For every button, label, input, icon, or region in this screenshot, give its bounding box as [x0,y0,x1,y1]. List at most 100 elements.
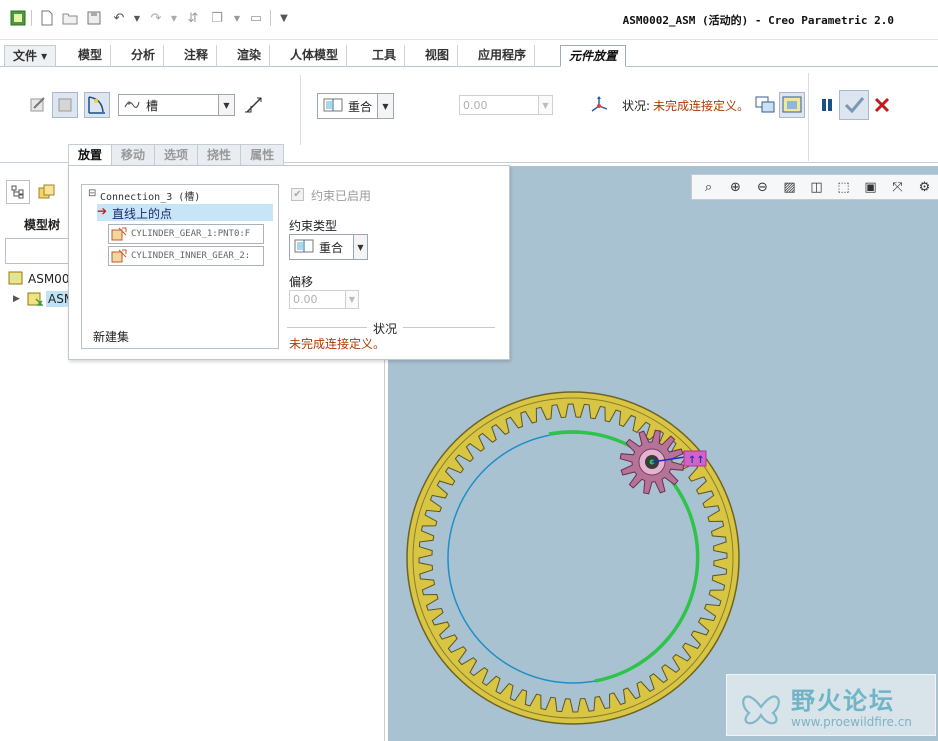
tab-view[interactable]: 视图 [417,45,459,67]
constraint-set-icon[interactable] [52,92,78,118]
connection-set-name[interactable]: Connection_3 (槽) [100,188,200,203]
tab-model[interactable]: 模型 [70,45,112,67]
chevron-down-icon: ▼ [538,96,552,114]
model-tree-filter-input[interactable] [5,238,69,264]
separate-window-icon[interactable] [752,92,778,118]
divider [270,10,271,26]
tab-render[interactable]: 渲染 [229,45,271,67]
offset-label: 偏移 [289,275,314,289]
tab-options[interactable]: 选项 [154,144,199,165]
connection-mechanism-icon[interactable] [84,92,110,118]
constraint-enabled-checkbox[interactable]: ✔ [291,188,304,201]
connection-type-value: 槽 [146,98,159,113]
constraint-type-select[interactable]: 重合 ▼ [317,93,394,119]
constraint-item-row[interactable]: ➔ 直线上的点 [97,204,273,221]
chevron-down-icon: ▼ [218,95,234,115]
ribbon-tab-bar: 文件 ▾ 模型 分析 注释 渲染 人体模型 工具 视图 应用程序 元件放置 [0,43,938,67]
pause-icon[interactable] [814,92,840,118]
constraint-type-dropdown-value: 重合 [319,240,344,255]
datum-axis-icon [111,249,127,266]
arrow-right-icon: ➔ [97,204,108,218]
reference-row[interactable]: CYLINDER_INNER_GEAR_2: [108,246,264,266]
chevron-down-icon: ▼ [345,291,358,308]
redo-icon[interactable]: ↷ [147,9,165,27]
redo-dropdown-icon[interactable]: ▼ [165,9,183,27]
constraint-sets-list: ⊟ Connection_3 (槽) ➔ 直线上的点 CYLINDER_GEAR… [81,184,279,349]
constraint-type-dropdown[interactable]: 重合 ▼ [289,234,368,260]
assembly-window-icon[interactable] [779,92,805,118]
windows-icon[interactable]: ❐ [208,9,226,27]
flip-direction-icon[interactable] [241,92,267,118]
model-tree-tab-icon[interactable] [6,180,30,204]
panel-tab-bar: 放置 移动 选项 挠性 属性 [68,144,285,166]
offset-field-value: 0.00 [293,293,318,306]
placement-panel: ⊟ Connection_3 (槽) ➔ 直线上的点 CYLINDER_GEAR… [68,165,510,360]
offset-input[interactable]: 0.00 ▼ [459,95,553,115]
tab-tools[interactable]: 工具 [364,45,406,67]
reference-label: CYLINDER_INNER_GEAR_2: [131,251,251,261]
constraint-enabled-label: 约束已启用 [311,189,372,203]
butterfly-logo-icon [735,683,787,732]
new-set-link[interactable]: 新建集 [93,328,129,345]
divider [300,75,301,145]
collapse-icon[interactable]: ⊟ [88,188,96,199]
user-defined-set-icon[interactable] [25,92,51,118]
tab-file[interactable]: 文件 ▾ [4,45,57,67]
tab-component-placement[interactable]: 元件放置 [560,45,627,67]
regenerate-icon[interactable]: ⇵ [184,9,202,27]
save-icon[interactable] [85,9,103,27]
customize-toolbar-icon[interactable]: ▼ [275,9,293,27]
constraint-type-value: 重合 [348,99,373,114]
tab-applications[interactable]: 应用程序 [470,45,536,67]
folder-browser-icon[interactable] [34,180,60,204]
close-window-icon[interactable]: ▭ [247,9,265,27]
reference-label: CYLINDER_GEAR_1:PNT0:F [131,229,251,239]
tab-analysis[interactable]: 分析 [123,45,165,67]
undo-icon[interactable]: ↶ [110,9,128,27]
chevron-down-icon: ▼ [377,94,393,118]
tab-properties[interactable]: 属性 [240,144,285,165]
cancel-button[interactable] [869,92,895,118]
constraint-type-label: 约束类型 [289,219,338,233]
expand-arrow-icon[interactable]: ▶ [13,294,20,304]
divider [31,10,32,26]
tab-placement[interactable]: 放置 [68,144,113,165]
tab-manikin[interactable]: 人体模型 [282,45,348,67]
close-icon [874,97,890,113]
offset-field[interactable]: 0.00 ▼ [289,290,359,309]
status-message: 未完成连接定义。 [653,99,750,113]
windows-dropdown-icon[interactable]: ▼ [228,9,246,27]
divider [403,327,495,328]
tab-flexibility[interactable]: 挠性 [197,144,242,165]
status-label: 状况: [622,99,651,113]
window-title: ASM0002_ASM (活动的) - Creo Parametric 2.0 [622,14,894,27]
datum-point-icon [111,227,127,244]
apply-button[interactable] [839,90,869,120]
chevron-down-icon: ▼ [353,235,367,259]
tab-annotate[interactable]: 注释 [176,45,218,67]
svg-text:↑↑: ↑↑ [688,455,705,466]
undo-dropdown-icon[interactable]: ▼ [128,9,146,27]
connection-type-select[interactable]: 槽 ▼ [118,94,235,116]
watermark-url: www.proewildfire.cn [791,715,912,729]
constraint-item-label: 直线上的点 [112,207,173,221]
status-text: 未完成连接定义。 [289,337,386,351]
divider [287,327,367,328]
reference-row[interactable]: CYLINDER_GEAR_1:PNT0:F [108,224,264,244]
divider [808,73,809,161]
slot-connection-icon [124,98,140,113]
open-folder-icon[interactable] [61,9,79,27]
app-logo-icon [9,9,27,27]
3d-dragger-icon[interactable] [586,92,612,118]
new-file-icon[interactable] [38,9,56,27]
coincident-icon [294,239,314,256]
assembly-icon [8,271,23,288]
title-bar: ↶ ▼ ↷ ▼ ⇵ ❐ ▼ ▭ ▼ ASM0002_ASM (活动的) - Cr… [0,0,938,40]
tab-move[interactable]: 移动 [111,144,156,165]
component-icon [27,291,44,310]
watermark-brand: 野火论坛 [791,687,895,715]
model-tree-label: 模型树 [24,218,61,232]
offset-value: 0.00 [463,98,488,112]
inner-ring-gear[interactable] [406,391,740,725]
model-tree-root[interactable]: ASM00 [28,272,69,286]
